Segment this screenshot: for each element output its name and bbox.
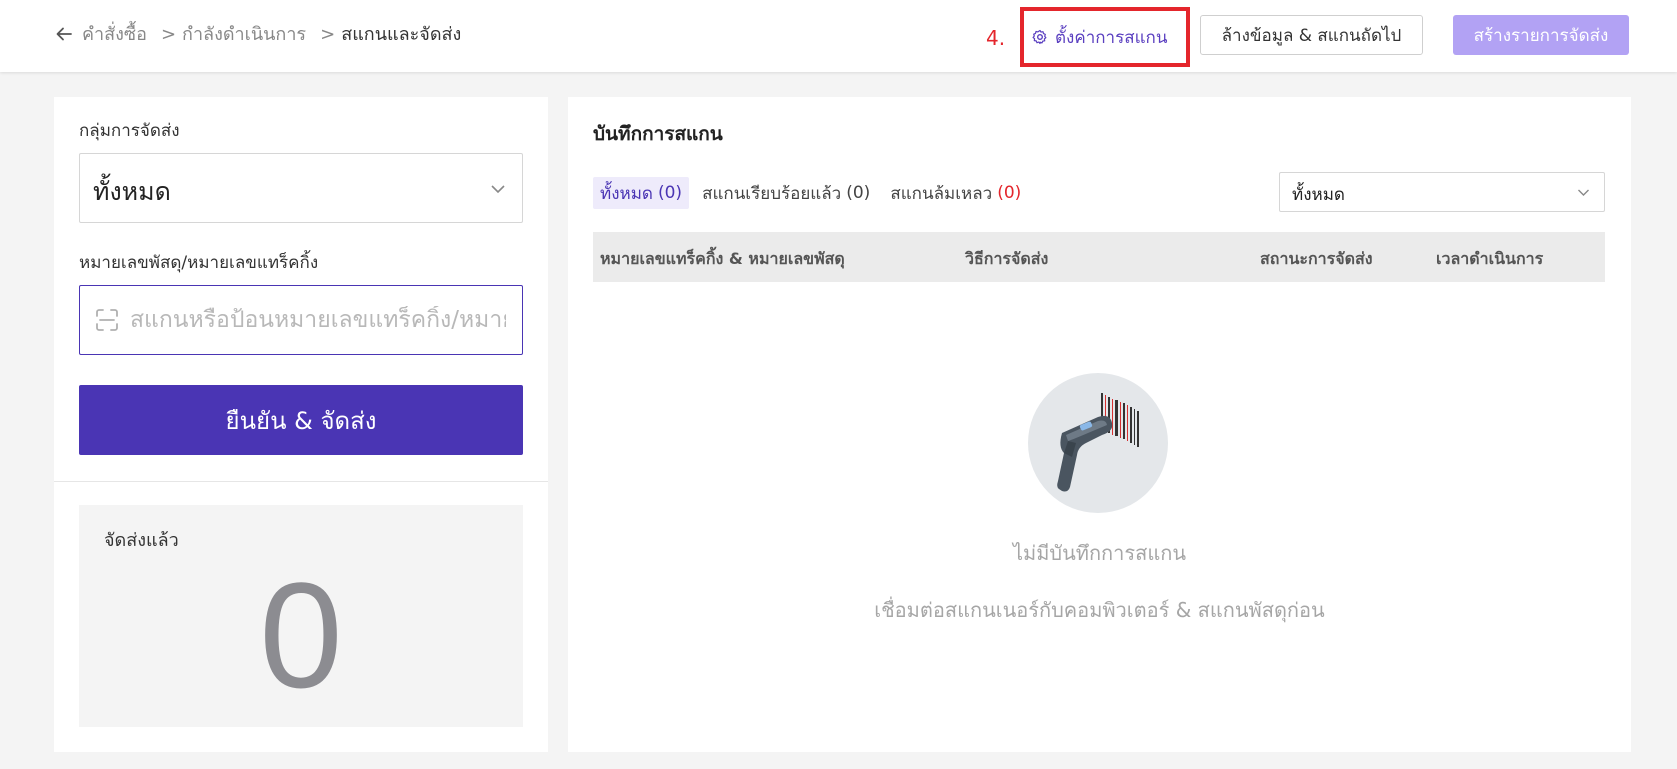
tab-failed-count: (0) [997,183,1022,203]
tab-all[interactable]: ทั้งหมด (0) [593,177,690,209]
tab-scanned[interactable]: สแกนเรียบร้อยแล้ว (0) [695,177,877,209]
breadcrumb-current: สแกนและจัดส่ง [341,24,462,45]
shipping-group-label: กลุ่มการจัดส่ง [79,121,180,141]
barcode-scanner-illustration [1028,373,1168,513]
status-filter-select[interactable]: ทั้งหมด [1279,172,1605,212]
tab-scanned-count: (0) [846,183,871,203]
chevron-down-icon [1578,189,1589,196]
shipped-count: 0 [259,551,343,719]
divider [54,481,548,482]
step-marker: 4. [986,26,1006,50]
confirm-ship-button[interactable]: ยืนยัน & จัดส่ง [79,385,523,455]
left-panel: กลุ่มการจัดส่ง ทั้งหมด หมายเลขพัสดุ/หมาย… [54,97,548,752]
create-shipment-list-button[interactable]: สร้างรายการจัดส่ง [1453,15,1629,55]
status-filter-value: ทั้งหมด [1292,185,1345,205]
tab-failed-label: สแกนล้มเหลว [890,183,993,204]
empty-state-title: ไม่มีบันทึกการสแกน [1012,541,1187,565]
arrow-left-icon[interactable] [54,24,74,44]
breadcrumb-in-progress[interactable]: กำลังดำเนินการ [182,24,306,45]
breadcrumb-orders[interactable]: คำสั่งซื้อ [82,24,147,45]
breadcrumb: คำสั่งซื้อ > กำลังดำเนินการ > สแกนและจัดส่ง [82,22,467,48]
tab-failed[interactable]: สแกนล้มเหลว (0) [883,177,1028,209]
scan-settings-highlight: ตั้งค่าการสแกน [1020,7,1190,67]
scan-log-tabs: ทั้งหมด (0) สแกนเรียบร้อยแล้ว (0) สแกนล้มเ… [593,177,1028,209]
column-header-shipping-method: วิธีการจัดส่ง [965,249,1049,268]
column-header-processed-time: เวลาดำเนินการ [1436,249,1544,268]
top-bar: คำสั่งซื้อ > กำลังดำเนินการ > สแกนและจัดส่ง … [0,0,1677,72]
gear-icon [1032,29,1047,45]
scan-log-title: บันทึกการสแกน [593,123,723,145]
shipping-group-value: ทั้งหมด [93,177,171,206]
breadcrumb-separator: > [320,24,336,45]
shipped-title: จัดส่งแล้ว [104,530,179,551]
shipped-summary-card: จัดส่งแล้ว 0 [79,505,523,727]
column-header-shipping-status: สถานะการจัดส่ง [1260,249,1373,268]
table-header: หมายเลขแทร็คกิ้ง & หมายเลขพัสดุ วิธีการจ… [593,232,1605,282]
tab-scanned-label: สแกนเรียบร้อยแล้ว [702,183,842,204]
chevron-down-icon [491,185,505,194]
tab-all-label: ทั้งหมด [600,183,653,204]
empty-state-subtitle: เชื่อมต่อสแกนเนอร์กับคอมพิวเตอร์ & สแกนพ… [874,598,1325,622]
scan-settings-button[interactable]: ตั้งค่าการสแกน [1032,21,1178,53]
tab-all-count: (0) [657,183,683,203]
scan-settings-label: ตั้งค่าการสแกน [1055,27,1168,48]
scan-log-panel: บันทึกการสแกน ทั้งหมด (0) สแกนเรียบร้อยแล… [568,97,1631,752]
tracking-label: หมายเลขพัสดุ/หมายเลขแทร็คกิ้ง [79,253,319,273]
tracking-input[interactable] [128,306,508,334]
clear-and-next-button[interactable]: ล้างข้อมูล & สแกนถัดไป [1200,15,1423,55]
breadcrumb-separator: > [160,24,177,45]
tracking-input-box[interactable] [79,285,523,355]
shipping-group-select[interactable]: ทั้งหมด [79,153,523,223]
column-header-tracking: หมายเลขแทร็คกิ้ง & หมายเลขพัสดุ [600,249,845,268]
scan-frame-icon [96,309,118,331]
